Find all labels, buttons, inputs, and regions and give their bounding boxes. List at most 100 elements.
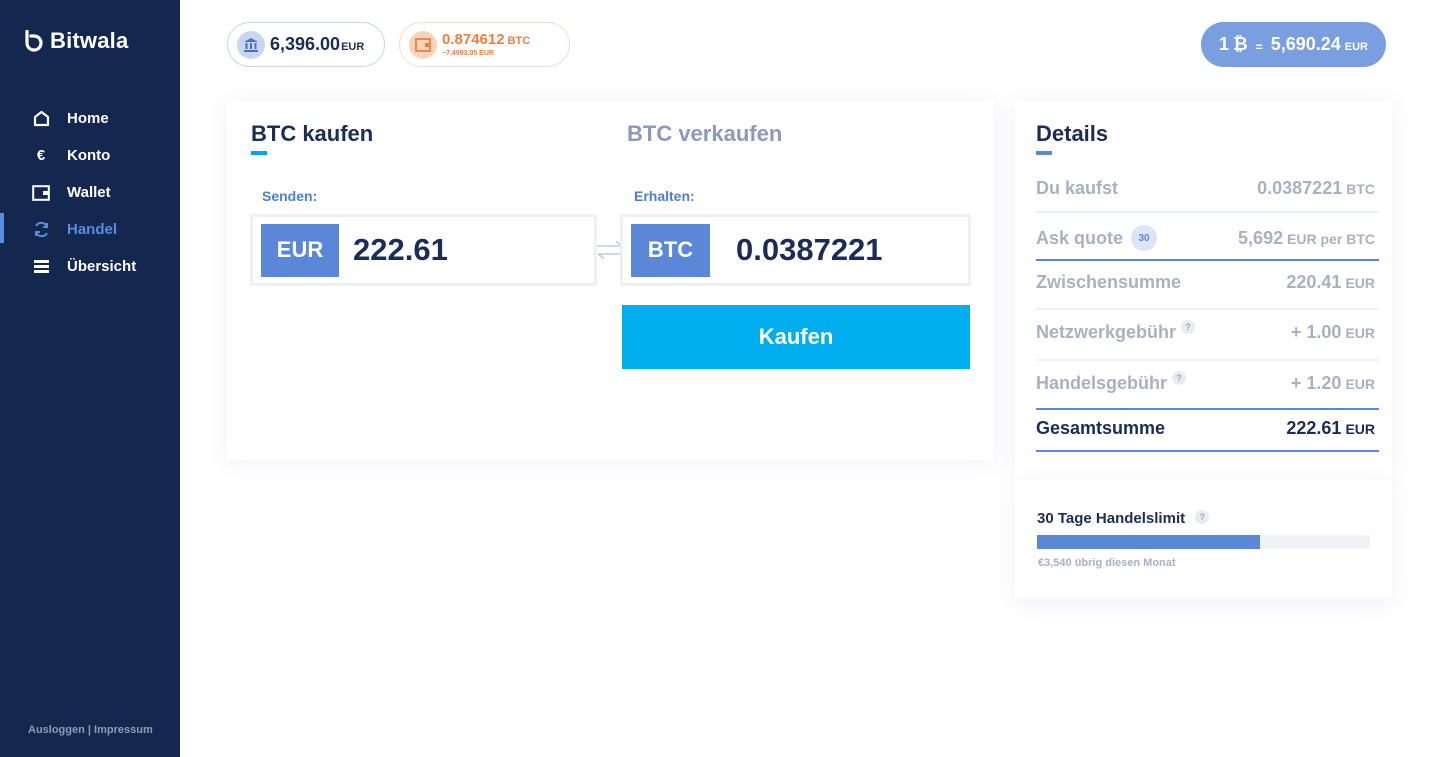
tab-buy-btc[interactable]: BTC kaufen bbox=[251, 121, 373, 155]
trading-limit-title-wrap: 30 Tage Handelslimit ? bbox=[1037, 509, 1210, 527]
imprint-link[interactable]: Impressum bbox=[94, 724, 153, 736]
detail-label: Du kaufst bbox=[1036, 178, 1119, 198]
detail-divider bbox=[1036, 211, 1379, 213]
detail-value-unit: EUR bbox=[1345, 376, 1375, 392]
help-icon[interactable]: ? bbox=[1181, 319, 1196, 334]
detail-label: Zwischensumme bbox=[1036, 272, 1182, 292]
detail-value-number: + 1.00 bbox=[1290, 322, 1342, 342]
bitwala-logo-icon bbox=[24, 30, 44, 52]
exchange-rate-pill: 1 ₿ = 5,690.24 EUR bbox=[1201, 22, 1386, 67]
btc-balance-line: 0.874612 BTC bbox=[442, 32, 530, 48]
details-title: Details bbox=[1036, 121, 1109, 155]
send-currency-badge: EUR bbox=[261, 223, 339, 277]
sidebar-item-label: Wallet bbox=[67, 184, 111, 201]
detail-value-number: 222.61 bbox=[1286, 418, 1342, 438]
detail-value-unit: EUR bbox=[1345, 275, 1375, 291]
detail-divider-accent bbox=[1036, 408, 1379, 410]
detail-label-wrap: Handelsgebühr? bbox=[1036, 370, 1187, 394]
eur-balance-unit: EUR bbox=[341, 41, 365, 53]
btc-balance-approx: ~7,4993.05 EUR bbox=[442, 50, 494, 57]
trading-limit-progress bbox=[1037, 535, 1370, 549]
rate-left-amount: 1 bbox=[1218, 34, 1229, 54]
refresh-icon bbox=[32, 221, 50, 239]
sidebar-item-konto[interactable]: € Konto bbox=[0, 137, 180, 174]
detail-value: 222.61 EUR bbox=[1286, 418, 1379, 439]
bitcoin-symbol-icon: ₿ bbox=[1233, 34, 1248, 54]
detail-label: Netzwerkgebühr bbox=[1036, 322, 1177, 342]
detail-row-trading-fee: Handelsgebühr? + 1.20 EUR bbox=[1036, 370, 1379, 394]
detail-value-number: 220.41 bbox=[1286, 272, 1342, 292]
sidebar-item-label: Handel bbox=[67, 221, 118, 238]
sidebar-item-handel[interactable]: Handel bbox=[0, 211, 180, 248]
trading-limit-remaining: €3,540 übrig diesen Monat bbox=[1038, 557, 1176, 569]
detail-value-number: + 1.20 bbox=[1290, 373, 1342, 393]
detail-label: Handelsgebühr bbox=[1036, 373, 1168, 393]
btc-balance-unit: BTC bbox=[507, 35, 531, 47]
receive-amount-input[interactable] bbox=[736, 232, 956, 268]
detail-divider-accent bbox=[1036, 259, 1379, 261]
sidebar-footer: Ausloggen | Impressum bbox=[28, 724, 153, 736]
send-label: Senden: bbox=[262, 188, 318, 204]
tab-sell-btc[interactable]: BTC verkaufen bbox=[627, 121, 782, 147]
detail-value: 5,692 EUR per BTC bbox=[1238, 228, 1379, 249]
sidebar-item-uebersicht[interactable]: Übersicht bbox=[0, 248, 180, 285]
sidebar-item-label: Konto bbox=[67, 147, 111, 164]
help-icon[interactable]: ? bbox=[1195, 509, 1210, 524]
footer-separator: | bbox=[84, 724, 95, 736]
trade-card: BTC kaufen BTC verkaufen Senden: Erhalte… bbox=[227, 101, 994, 460]
main-nav: Home € Konto Wallet Handel Übersicht bbox=[0, 100, 180, 285]
wallet-icon bbox=[32, 184, 50, 202]
detail-value-unit: BTC bbox=[1346, 181, 1375, 197]
eur-balance-pill[interactable]: 6,396.00 EUR bbox=[227, 22, 385, 67]
detail-value: 0.0387221 BTC bbox=[1257, 178, 1379, 199]
detail-divider bbox=[1036, 359, 1379, 361]
trading-limit-title: 30 Tage Handelslimit bbox=[1037, 510, 1186, 527]
send-amount-input[interactable] bbox=[353, 232, 573, 268]
list-icon bbox=[32, 258, 50, 276]
details-card: Details Du kaufst 0.0387221 BTC Ask quote… bbox=[1015, 101, 1392, 478]
btc-balance-stack: 0.874612 BTC ~7,4993.05 EUR bbox=[442, 32, 530, 57]
detail-value: + 1.20 EUR bbox=[1291, 373, 1379, 394]
brand-name: Bitwala bbox=[50, 28, 129, 53]
rate-unit: EUR bbox=[1344, 41, 1368, 53]
receive-currency-badge: BTC bbox=[631, 223, 710, 277]
buy-button[interactable]: Kaufen bbox=[622, 305, 970, 369]
receive-label: Erhalten: bbox=[634, 188, 695, 204]
quote-countdown-badge: 30 bbox=[1131, 225, 1158, 251]
detail-row-total: Gesamtsumme 222.61 EUR bbox=[1036, 418, 1379, 439]
detail-value-unit: EUR bbox=[1345, 325, 1375, 341]
euro-icon: € bbox=[36, 147, 46, 164]
trading-limit-card: 30 Tage Handelslimit ? €3,540 übrig dies… bbox=[1015, 479, 1392, 598]
btc-balance-amount: 0.874612 bbox=[442, 31, 505, 48]
detail-row-ask-quote: Ask quote 30 5,692 EUR per BTC bbox=[1036, 225, 1379, 251]
sidebar-item-home[interactable]: Home bbox=[0, 100, 180, 137]
home-icon bbox=[32, 110, 50, 128]
detail-label-wrap: Ask quote 30 bbox=[1036, 225, 1158, 251]
detail-value: 220.41 EUR bbox=[1286, 272, 1379, 293]
trading-limit-progress-fill bbox=[1037, 535, 1261, 549]
sidebar-item-label: Übersicht bbox=[67, 258, 137, 275]
detail-divider bbox=[1036, 308, 1379, 310]
detail-label-wrap: Netzwerkgebühr? bbox=[1036, 319, 1196, 343]
sidebar-item-label: Home bbox=[67, 110, 109, 127]
sidebar-item-wallet[interactable]: Wallet bbox=[0, 174, 180, 211]
receive-amount-field: BTC bbox=[620, 214, 971, 286]
eur-balance-amount: 6,396.00 bbox=[270, 34, 341, 54]
detail-value-number: 5,692 bbox=[1238, 227, 1284, 248]
rate-equals: = bbox=[1255, 39, 1263, 54]
detail-label: Ask quote bbox=[1036, 227, 1124, 248]
detail-value-unit: EUR per BTC bbox=[1287, 230, 1375, 247]
help-icon[interactable]: ? bbox=[1172, 370, 1187, 385]
sidebar: Bitwala Home € Konto Wallet Handel Übers… bbox=[0, 0, 180, 757]
detail-divider-accent bbox=[1036, 450, 1379, 452]
detail-value: + 1.00 EUR bbox=[1291, 322, 1379, 343]
logout-link[interactable]: Ausloggen bbox=[28, 724, 85, 736]
brand-logo[interactable]: Bitwala bbox=[24, 28, 128, 54]
detail-value-number: 0.0387221 bbox=[1257, 178, 1343, 198]
detail-row-subtotal: Zwischensumme 220.41 EUR bbox=[1036, 272, 1379, 293]
btc-balance-pill[interactable]: 0.874612 BTC ~7,4993.05 EUR bbox=[399, 22, 570, 67]
bank-icon bbox=[237, 30, 265, 59]
rate-value: 5,690.24 bbox=[1270, 34, 1341, 54]
send-amount-field: EUR bbox=[250, 214, 597, 286]
detail-label: Gesamtsumme bbox=[1036, 418, 1166, 438]
